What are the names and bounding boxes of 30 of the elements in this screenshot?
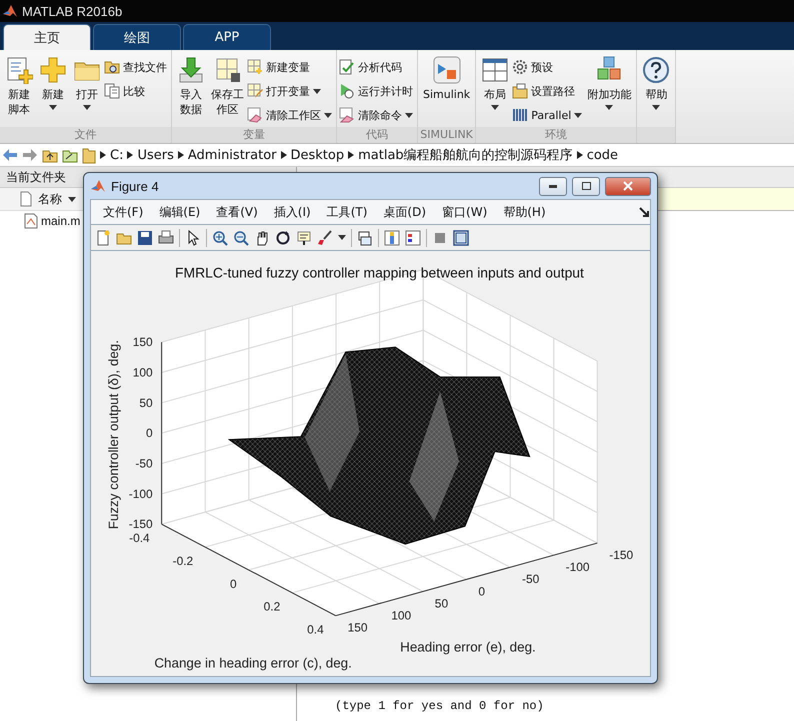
tick-label: 0 [146, 426, 153, 440]
tick-label: 0 [478, 584, 486, 598]
tick-label: 50 [434, 596, 448, 610]
tick-label: -50 [522, 572, 540, 586]
tick-label: -150 [128, 517, 153, 532]
tick-label: -100 [566, 560, 590, 574]
group-label: 变量 [172, 127, 336, 143]
tick-label: 150 [132, 335, 153, 350]
tick-label: -100 [128, 486, 153, 501]
tick-label: 0.2 [264, 600, 280, 614]
plot-title: FMRLC-tuned fuzzy controller mapping between inputs and output [175, 264, 584, 280]
tick-label: 0 [230, 576, 237, 591]
tick-label: -50 [135, 456, 153, 470]
axis-label: Change in heading error (c), deg. [154, 655, 352, 670]
tick-label: 0.4 [307, 622, 324, 637]
app-title: MATLAB R2016b [22, 4, 122, 18]
axis-label: Heading error (e), deg. [400, 640, 536, 654]
group-label: 文件 [0, 127, 171, 143]
tick-label: -0.4 [129, 531, 150, 546]
group-label: 代码 [337, 127, 417, 143]
group-label: 环境 [476, 127, 636, 143]
tick-label: 100 [391, 608, 412, 622]
tick-label: 100 [132, 365, 153, 380]
tick-label: -0.2 [172, 554, 194, 568]
tick-label: 50 [139, 396, 153, 410]
group-label: SIMULINK [418, 127, 476, 143]
tick-label: -150 [609, 548, 634, 562]
console-text: (type 1 for yes and 0 for no) [335, 699, 545, 715]
tick-label: 150 [348, 620, 368, 635]
axis-label: Fuzzy controller output (δ), deg. [106, 340, 121, 530]
